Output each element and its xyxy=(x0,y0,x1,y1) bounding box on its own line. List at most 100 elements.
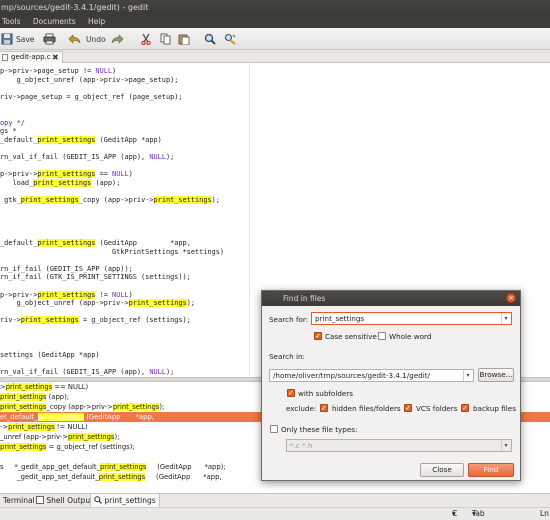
code-text: et_default_ xyxy=(0,413,38,421)
document-tab-label: gedit-app.c xyxy=(11,53,51,61)
code-text: rn_val_if_fail (GEDIT_IS_APP (app), xyxy=(0,153,150,161)
browse-button[interactable]: Browse... xyxy=(478,368,514,382)
code-text: settings (GeditApp *app) xyxy=(0,350,100,359)
code-line: g_object_unref (app->priv->print_setting… xyxy=(0,299,195,308)
code-text: ); xyxy=(165,368,175,376)
find-replace-icon xyxy=(224,33,236,45)
code-text: p->priv-> xyxy=(0,170,38,179)
cut-button[interactable] xyxy=(140,31,152,47)
find-in-files-dialog: Find in files × Search for: print_settin… xyxy=(261,290,521,481)
save-button[interactable]: Save xyxy=(1,31,34,47)
cursor-position: Ln xyxy=(540,509,549,518)
code-line: riv->page_setup = g_object_ref (page_set… xyxy=(0,93,183,102)
code-text: NULL xyxy=(149,368,166,376)
code-line: gtk_print_settings_copy (app->priv->prin… xyxy=(0,196,220,205)
menu-documents[interactable]: Documents xyxy=(33,15,76,28)
code-text: NULL xyxy=(112,170,129,179)
code-text: (GeditApp *app, xyxy=(95,239,191,247)
only-file-types-label: Only these file types: xyxy=(281,425,358,434)
exclude-hidden-checkbox[interactable]: ✓ xyxy=(320,404,328,412)
code-text: _unref (app->priv-> xyxy=(0,433,68,441)
paste-button[interactable] xyxy=(178,31,190,47)
replace-button[interactable] xyxy=(224,31,236,47)
code-text: p->priv->page_setup != xyxy=(0,67,96,75)
document-tab[interactable]: gedit-app.c ✖ xyxy=(0,51,63,63)
search-match: print_settings xyxy=(98,473,146,481)
code-line: rn_val_if_fail (GEDIT_IS_APP (app), NULL… xyxy=(0,153,174,162)
search-match: print_settings xyxy=(37,239,96,247)
only-file-types-checkbox[interactable] xyxy=(270,425,278,433)
code-text: ); xyxy=(186,299,196,308)
with-subfolders-checkbox[interactable]: ✓ xyxy=(287,389,295,397)
code-text: p->priv-> xyxy=(0,290,38,299)
scissors-icon xyxy=(141,33,151,45)
save-label: Save xyxy=(16,34,35,44)
redo-icon xyxy=(111,34,124,44)
search-match: print_settings xyxy=(0,403,47,411)
document-icon xyxy=(2,54,8,61)
printer-icon xyxy=(43,33,56,45)
tab-close-icon[interactable]: ✖ xyxy=(52,52,59,63)
print-button[interactable] xyxy=(43,31,56,47)
find-button[interactable] xyxy=(204,31,216,47)
chevron-down-icon[interactable]: ▾ xyxy=(463,370,472,381)
search-in-combo[interactable]: /home/oliver/tmp/sources/gedit-3.4.1/ged… xyxy=(269,369,474,382)
result-line: >print_settings == NULL) xyxy=(0,382,88,392)
code-text: (app); xyxy=(91,178,121,187)
code-text: riv->page_setup = g_object_ref (page_set… xyxy=(0,92,183,101)
document-tabbar: gedit-app.c ✖ xyxy=(0,50,550,63)
close-button[interactable]: Close xyxy=(420,463,464,477)
case-sensitive-label: Case sensitive xyxy=(325,332,377,341)
undo-button[interactable]: Undo xyxy=(68,31,106,47)
code-text: > xyxy=(0,383,6,391)
close-icon[interactable]: × xyxy=(506,293,516,303)
case-sensitive-checkbox[interactable]: ✓ xyxy=(314,332,322,340)
search-match: print_settings xyxy=(0,393,47,401)
tab-shell-output-label: Shell Output xyxy=(46,496,94,505)
search-input[interactable]: print_settings xyxy=(315,314,364,323)
menu-tools[interactable]: Tools xyxy=(2,15,20,28)
exclude-backup-checkbox[interactable]: ✓ xyxy=(461,404,469,412)
with-subfolders-label: with subfolders xyxy=(298,389,354,398)
search-match: print_settings xyxy=(20,196,79,204)
whole-word-checkbox[interactable] xyxy=(378,332,386,340)
code-text: ); xyxy=(114,433,120,441)
code-text: g_object_unref (app->priv-> xyxy=(0,299,129,308)
code-line: rn_val_if_fail (GEDIT_IS_APP (app), NULL… xyxy=(0,368,174,377)
result-line: print_settings (app); xyxy=(0,392,69,402)
menu-help[interactable]: Help xyxy=(88,15,105,28)
code-line: g_object_unref (app->priv->page_setup); xyxy=(0,76,179,85)
code-text: != NULL) xyxy=(54,423,88,431)
file-types-combo: *.c *.h ▾ xyxy=(286,439,512,452)
code-line: GtkPrintSettings *settings) xyxy=(0,248,224,257)
tab-shell-output[interactable]: Shell Output xyxy=(33,494,96,508)
code-text: rn_if_fail (GTK_IS_PRINT_SETTINGS (setti… xyxy=(0,273,191,282)
code-text: -> xyxy=(0,423,9,431)
code-text: load_ xyxy=(0,178,34,187)
code-text: _copy (app->priv-> xyxy=(46,403,113,411)
code-text: NULL xyxy=(95,67,113,75)
copy-button[interactable] xyxy=(160,31,172,47)
tab-search-results[interactable]: print_settings xyxy=(90,494,160,508)
search-in-path: /home/oliver/tmp/sources/gedit-3.4.1/ged… xyxy=(273,371,430,380)
result-line: _gedit_app_set_default_print_settings (G… xyxy=(0,472,222,482)
search-match: print_settings xyxy=(37,290,96,299)
code-text: != xyxy=(95,290,113,299)
exclude-vcs-checkbox[interactable]: ✓ xyxy=(404,404,412,412)
search-match: print_settings xyxy=(0,443,47,451)
search-icon xyxy=(204,33,216,45)
find-button[interactable]: Find xyxy=(468,463,514,477)
window-title: mp/sources/gedit-3.4.1/gedit) - gedit xyxy=(1,3,149,12)
search-match: print_settings xyxy=(37,135,96,144)
tab-search-results-label: print_settings xyxy=(104,496,156,505)
menubar: Tools Documents Help xyxy=(0,15,550,28)
redo-button[interactable] xyxy=(111,31,124,47)
shell-icon xyxy=(36,496,44,504)
exclude-backup-label: backup files xyxy=(473,404,516,413)
search-for-combo[interactable]: print_settings ▾ xyxy=(311,312,512,325)
dialog-title: Find in files xyxy=(283,294,326,303)
code-text: s *_gedit_app_get_default_ xyxy=(0,463,100,471)
chevron-down-icon[interactable]: ▾ xyxy=(501,313,510,324)
search-match: print_settings xyxy=(20,316,79,325)
right-margin-line xyxy=(249,63,250,377)
